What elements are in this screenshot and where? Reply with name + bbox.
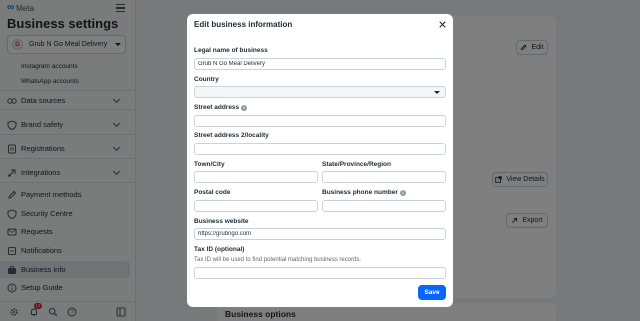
- state-label: State/Province/Region: [322, 161, 391, 168]
- street-address-label-text: Street address: [194, 104, 240, 111]
- tax-id-label: Tax ID (optional): [194, 246, 245, 253]
- info-icon[interactable]: i: [399, 189, 406, 196]
- street-address-2-label: Street address 2/locality: [194, 132, 269, 139]
- dialog-title: Edit business information: [194, 20, 293, 29]
- phone-label-text: Business phone number: [322, 189, 398, 196]
- country-label: Country: [194, 76, 219, 83]
- postal-code-input[interactable]: [194, 200, 318, 212]
- town-city-label: Town/City: [194, 161, 225, 168]
- street-address-input[interactable]: [194, 115, 446, 127]
- town-city-input[interactable]: [194, 171, 318, 183]
- chevron-down-icon: [434, 91, 440, 94]
- state-input[interactable]: [322, 171, 446, 183]
- country-select[interactable]: [194, 86, 446, 98]
- legal-name-input[interactable]: [194, 58, 446, 70]
- close-icon[interactable]: [437, 19, 447, 29]
- website-input[interactable]: [194, 228, 446, 240]
- street-address-2-input[interactable]: [194, 143, 446, 155]
- website-label: Business website: [194, 218, 249, 225]
- tax-id-help: Tax ID will be used to find potential ma…: [194, 257, 362, 263]
- info-icon[interactable]: i: [241, 104, 248, 111]
- tax-id-input[interactable]: [194, 267, 446, 279]
- phone-input[interactable]: [322, 200, 446, 212]
- legal-name-label: Legal name of business: [194, 47, 268, 54]
- street-address-label: Street address i: [194, 104, 248, 111]
- save-button[interactable]: Save: [418, 285, 446, 300]
- phone-label: Business phone number i: [322, 189, 406, 196]
- postal-code-label: Postal code: [194, 189, 231, 196]
- edit-business-info-dialog: Edit business information Legal name of …: [187, 14, 453, 307]
